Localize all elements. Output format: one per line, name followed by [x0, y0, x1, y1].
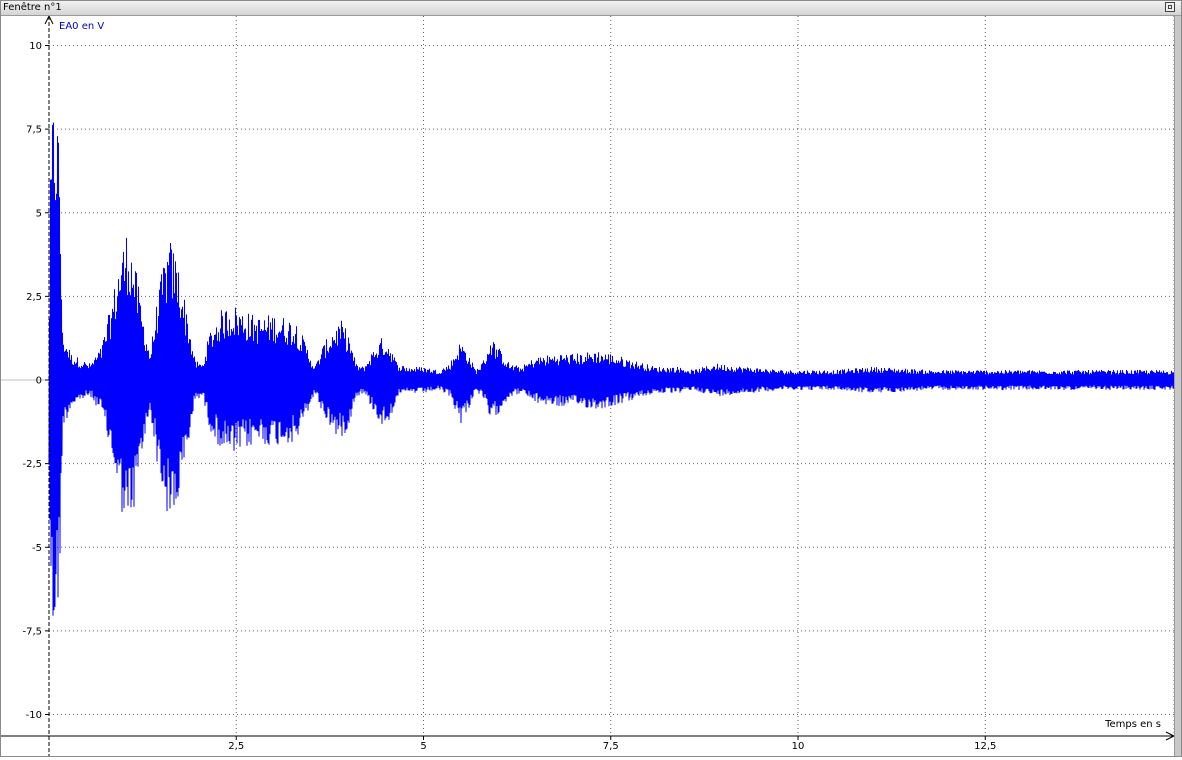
- side-scroll-panel[interactable]: [1174, 16, 1181, 756]
- x-tick-label: 10: [792, 741, 805, 752]
- signal-chart[interactable]: 2,5 5 7,5 10 12,5 10 7,5 5 2,5 0 -2,5 -5 -7,5 -10 EA0…: [1, 14, 1176, 756]
- maximize-button[interactable]: [1165, 2, 1175, 12]
- y-tick-label: -5: [32, 543, 42, 554]
- y-tick-label: -2,5: [22, 459, 42, 470]
- y-tick-label: -10: [26, 710, 42, 721]
- window-titlebar[interactable]: Fenêtre n°1: [1, 1, 1181, 16]
- y-tick-label: 0: [36, 376, 42, 387]
- y-tick-label: -7,5: [22, 626, 42, 637]
- signal-line: [48, 122, 1175, 616]
- y-axis-label: EA0 en V: [59, 21, 104, 32]
- plot-area[interactable]: 2,5 5 7,5 10 12,5 10 7,5 5 2,5 0 -2,5 -5 -7,5 -10 EA0…: [1, 14, 1176, 756]
- y-tick-label: 10: [29, 41, 42, 52]
- x-tick-label: 5: [420, 741, 426, 752]
- y-tick-label: 2,5: [26, 292, 42, 303]
- signal-trace: [48, 122, 1175, 616]
- x-tick-label: 12,5: [974, 741, 996, 752]
- x-axis-label: Temps en s: [1104, 719, 1161, 730]
- x-tick-label: 7,5: [603, 741, 619, 752]
- app-window: Fenêtre n°1 2,5 5 7,5 10 12,5 10 7,5 5 2,5 0 -2,5 -…: [0, 0, 1182, 757]
- x-tick-label: 2,5: [228, 741, 244, 752]
- y-tick-label: 5: [36, 208, 42, 219]
- y-tick-label: 7,5: [26, 125, 42, 136]
- window-title: Fenêtre n°1: [3, 2, 62, 13]
